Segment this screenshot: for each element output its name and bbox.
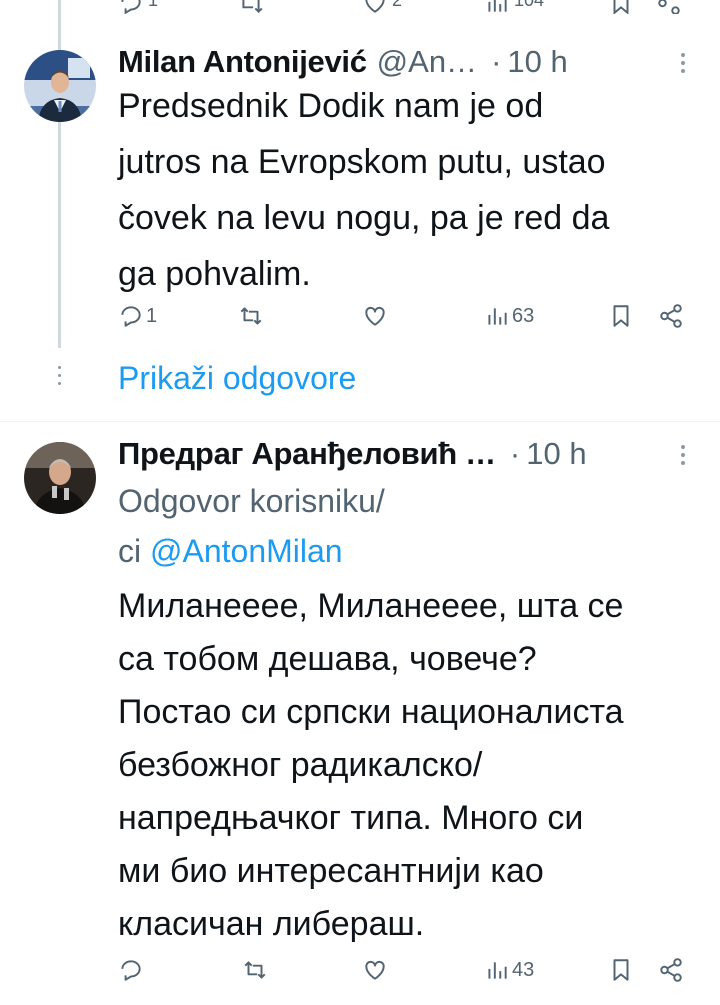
view-count: 43	[512, 958, 535, 981]
show-replies-link[interactable]: Prikaži odgovore	[118, 356, 356, 400]
more-icon[interactable]	[681, 445, 687, 469]
reply-context: Odgovor korisniku/ ci @AntonMilan	[118, 476, 385, 576]
views-icon	[484, 303, 510, 329]
retweet-button[interactable]	[236, 299, 264, 333]
like-button[interactable]	[360, 953, 388, 987]
separator-dot: ·	[509, 436, 521, 471]
separator-dot: ·	[491, 44, 502, 79]
like-count: 2	[392, 0, 403, 10]
tweet-header: Milan Antonijević @An… · 10 h	[118, 42, 568, 82]
tweet-text-line: Постао си српски националиста	[118, 693, 624, 731]
reply-button[interactable]: 1	[116, 299, 157, 333]
bookmark-icon[interactable]	[608, 0, 634, 14]
tweet-text-line: класичан либераш.	[118, 905, 425, 943]
timestamp[interactable]: 10 h	[526, 434, 586, 474]
tweet-text-line: čovek na levu nogu, pa je red da	[118, 199, 610, 237]
tweet-text-line: jutros na Evropskom putu, ustao	[118, 143, 606, 181]
views-button[interactable]: 43	[482, 953, 534, 987]
avatar[interactable]	[24, 442, 96, 514]
share-button[interactable]	[656, 299, 684, 333]
previous-tweet-actions: 1 2 104	[0, 0, 720, 14]
reply-button[interactable]	[116, 953, 144, 987]
view-count: 63	[512, 304, 535, 327]
retweet-icon	[242, 957, 268, 983]
tweet-text-line: Predsednik Dodik nam je od	[118, 87, 544, 125]
thread-gap-dots	[57, 366, 63, 390]
reply-context-prefix: ci	[118, 533, 150, 569]
handle[interactable]: @An…	[377, 42, 477, 82]
reply-icon	[118, 957, 144, 983]
view-count: 104	[514, 0, 545, 10]
reply-count: 1	[148, 0, 159, 10]
tweet-actions: 43	[116, 953, 696, 987]
avatar[interactable]	[24, 50, 96, 122]
bookmark-button[interactable]	[606, 299, 634, 333]
reply-count: 1	[146, 304, 158, 327]
tweet-text-line: безбожног радикалско/	[118, 746, 483, 784]
tweet-actions: 1 63	[116, 299, 696, 333]
views-button[interactable]: 63	[482, 299, 534, 333]
bookmark-icon	[608, 303, 634, 329]
share-icon[interactable]	[656, 0, 682, 14]
heart-icon[interactable]	[362, 0, 388, 14]
tweet-text: Predsednik Dodik nam je od jutros na Evr…	[118, 78, 609, 302]
retweet-icon[interactable]	[238, 0, 264, 14]
tweet-text-line: напредњачког типа. Много си	[118, 799, 584, 837]
heart-icon	[362, 957, 388, 983]
share-icon	[658, 303, 684, 329]
like-button[interactable]	[360, 299, 388, 333]
display-name[interactable]: Предраг Аранђеловић …	[118, 434, 496, 474]
tweet-text-line: са тобом дешава, човече?	[118, 640, 537, 678]
reply-icon[interactable]	[118, 0, 144, 14]
bookmark-icon	[608, 957, 634, 983]
timestamp[interactable]: 10 h	[507, 42, 567, 82]
views-icon	[484, 957, 510, 983]
retweet-icon	[238, 303, 264, 329]
share-button[interactable]	[656, 953, 684, 987]
bookmark-button[interactable]	[606, 953, 634, 987]
divider	[0, 421, 720, 422]
reply-context-line: Odgovor korisniku/	[118, 483, 385, 519]
mention-link[interactable]: @AntonMilan	[150, 533, 343, 569]
heart-icon	[362, 303, 388, 329]
tweet-header: Предраг Аранђеловић … · 10 h	[118, 434, 587, 474]
tweet-text-line: ga pohvalim.	[118, 255, 311, 293]
views-icon[interactable]	[484, 0, 510, 14]
tweet-text-line: Миланееее, Миланееее, шта се	[118, 587, 624, 625]
share-icon	[658, 957, 684, 983]
tweet-text-line: ми био интересантнији као	[118, 852, 544, 890]
reply-icon	[118, 303, 144, 329]
display-name[interactable]: Milan Antonijević	[118, 42, 367, 82]
retweet-button[interactable]	[240, 953, 268, 987]
tweet-text: Миланееее, Миланееее, шта се са тобом де…	[118, 580, 624, 951]
reply-context-line: ci @AntonMilan	[118, 526, 385, 576]
more-icon[interactable]	[681, 53, 687, 77]
